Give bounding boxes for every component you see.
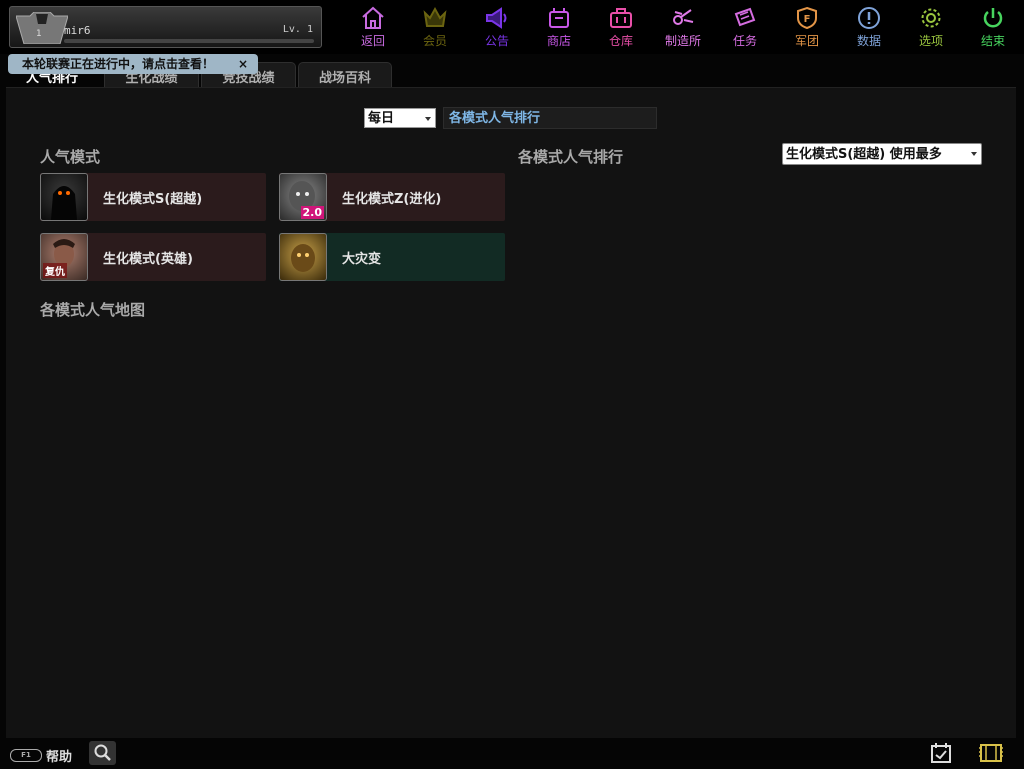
help-label: 帮助 (46, 750, 73, 765)
keyboard-key-icon: F1 (10, 749, 42, 762)
mode-label: 生化模式S(超越) (103, 192, 203, 207)
bottom-bar: F1 帮助 (0, 738, 1024, 768)
period-value: 每日 (368, 111, 395, 126)
player-avatar-icon (16, 12, 68, 44)
nav-data[interactable]: 数据 (838, 0, 900, 54)
nav-warehouse[interactable]: 仓库 (590, 0, 652, 54)
nav-label: 数据 (856, 34, 881, 48)
mode-card-zombie-hero[interactable]: 复仇 生化模式(英雄) (40, 233, 266, 281)
mode-card-catastrophe[interactable]: 大灾变 (279, 233, 505, 281)
bag-icon (610, 8, 632, 28)
top-bar: 1 mir6 Lv. 1 返回 会员 公告 商店 仓库 制造所 任务 F 军团 … (0, 0, 1024, 54)
nav-vip[interactable]: 会员 (404, 0, 466, 54)
period-select[interactable]: 每日 (364, 108, 436, 128)
popular-maps-title: 各模式人气地图 (40, 301, 146, 319)
nav-label: 制造所 (664, 34, 701, 48)
nav-missions[interactable]: 任务 (714, 0, 776, 54)
nav-legion[interactable]: F 军团 (776, 0, 838, 54)
nav-label: 任务 (732, 34, 757, 48)
nav-label: 仓库 (608, 34, 633, 48)
nav-options[interactable]: 选项 (900, 0, 962, 54)
gear-icon (921, 8, 941, 28)
search-button[interactable] (89, 741, 116, 765)
mode-label: 生化模式Z(进化) (342, 192, 442, 207)
mode-card-zombie-s[interactable]: 生化模式S(超越) (40, 173, 266, 221)
shop-icon (549, 8, 569, 28)
xp-bar (64, 39, 314, 43)
player-level-number: 1 (36, 29, 42, 39)
home-icon (362, 6, 384, 29)
nav-label: 选项 (918, 34, 943, 48)
nav-label: 军团 (794, 34, 819, 48)
info-icon (858, 7, 880, 29)
nav-label: 会员 (422, 34, 447, 48)
scroll-icon (734, 7, 756, 27)
tab-encyclopedia[interactable]: 战场百科 (298, 62, 392, 87)
zombie-z-thumbnail: 2.0 (279, 173, 327, 221)
popular-modes-title: 人气模式 (40, 148, 101, 166)
mode-ranking-title: 各模式人气排行 (518, 148, 624, 166)
main-nav: 返回 会员 公告 商店 仓库 制造所 任务 F 军团 数据 选项 结束 (342, 0, 1024, 54)
calendar-check-icon[interactable] (930, 742, 952, 764)
crown-icon (423, 6, 447, 27)
nav-label: 商店 (546, 34, 571, 48)
power-icon (983, 8, 1003, 28)
nav-announcement[interactable]: 公告 (466, 0, 528, 54)
film-icon[interactable] (978, 742, 1004, 764)
chevron-down-icon (425, 117, 431, 121)
megaphone-icon (486, 7, 507, 29)
svg-text:F: F (804, 14, 811, 25)
player-profile[interactable]: 1 mir6 Lv. 1 (9, 6, 322, 48)
version-badge: 2.0 (300, 206, 324, 219)
zombie-hero-thumbnail: 复仇 (40, 233, 88, 281)
zombie-s-thumbnail (40, 173, 88, 221)
mode-label: 生化模式(英雄) (103, 252, 193, 267)
league-notice[interactable]: 本轮联赛正在进行中，请点击查看！ × (8, 54, 258, 74)
nav-return[interactable]: 返回 (342, 0, 404, 54)
mode-label: 大灾变 (342, 252, 382, 267)
close-icon[interactable]: × (238, 54, 248, 74)
mode-usage-select[interactable]: 生化模式S(超越) 使用最多 (782, 143, 982, 165)
main-panel: 每日 各模式人气排行 人气模式 各模式人气排行 各模式人气地图 生化模式S(超越… (6, 87, 1016, 739)
revenge-badge: 复仇 (43, 263, 67, 278)
workshop-icon (673, 9, 694, 25)
player-level: Lv. 1 (282, 24, 313, 35)
nav-label: 结束 (980, 34, 1005, 48)
nav-label: 返回 (360, 34, 385, 48)
search-icon (94, 744, 111, 761)
catastrophe-thumbnail (279, 233, 327, 281)
notice-text: 本轮联赛正在进行中，请点击查看！ (22, 57, 215, 71)
nav-exit[interactable]: 结束 (962, 0, 1024, 54)
player-name: mir6 (64, 24, 91, 37)
mode-card-zombie-z[interactable]: 2.0 生化模式Z(进化) (279, 173, 505, 221)
shield-icon: F (797, 6, 817, 30)
mode-usage-value: 生化模式S(超越) 使用最多 (786, 147, 942, 162)
nav-workshop[interactable]: 制造所 (652, 0, 714, 54)
nav-shop[interactable]: 商店 (528, 0, 590, 54)
chevron-down-icon (971, 152, 977, 156)
nav-label: 公告 (484, 34, 509, 48)
help-button[interactable]: F1 帮助 (10, 746, 72, 765)
ranking-title-field: 各模式人气排行 (443, 107, 657, 129)
